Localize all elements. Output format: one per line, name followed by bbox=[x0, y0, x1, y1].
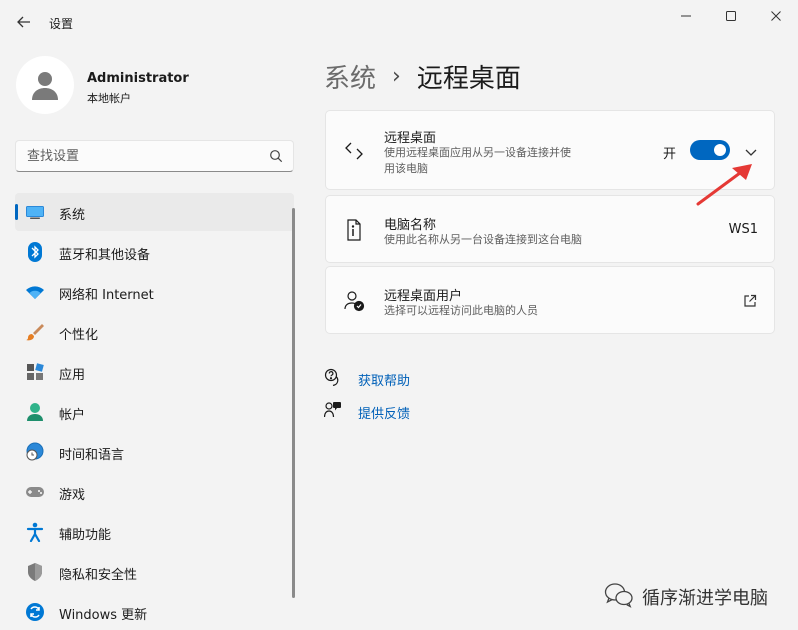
wifi-icon bbox=[25, 282, 45, 302]
remote-desktop-description: 使用远程桌面应用从另一设备连接并使用该电脑 bbox=[384, 146, 571, 175]
search-icon[interactable] bbox=[269, 149, 283, 163]
toggle-state-label: 开 bbox=[663, 147, 677, 162]
annotation-arrow-icon bbox=[696, 164, 752, 206]
user-name: Administrator bbox=[87, 71, 189, 86]
back-button[interactable] bbox=[12, 10, 36, 34]
remote-desktop-toggle[interactable] bbox=[690, 140, 730, 160]
brush-icon bbox=[25, 322, 45, 342]
get-help-label[interactable]: 获取帮助 bbox=[358, 370, 410, 389]
app-title: 设置 bbox=[49, 17, 74, 31]
breadcrumb: 系统 › 远程桌面 bbox=[324, 56, 521, 96]
breadcrumb-parent[interactable]: 系统 bbox=[324, 58, 376, 95]
sidebar-item-bluetooth[interactable]: 蓝牙和其他设备 bbox=[15, 233, 294, 271]
give-feedback-link[interactable]: 提供反馈 bbox=[324, 399, 524, 432]
minimize-icon bbox=[681, 15, 691, 17]
remote-desktop-title: 远程桌面 bbox=[384, 131, 437, 146]
sidebar-item-label: 隐私和安全性 bbox=[59, 568, 138, 583]
sidebar-item-apps[interactable]: 应用 bbox=[15, 353, 294, 391]
pc-name-title: 电脑名称 bbox=[384, 218, 437, 233]
user-check-icon bbox=[342, 289, 366, 313]
title-bar: 设置 bbox=[0, 0, 798, 44]
search-box[interactable] bbox=[15, 140, 294, 172]
remote-users-card[interactable]: 远程桌面用户 选择可以远程访问此电脑的人员 bbox=[325, 266, 775, 334]
sidebar-item-label: 网络和 Internet bbox=[59, 288, 154, 303]
sidebar-item-label: 时间和语言 bbox=[59, 448, 125, 463]
sidebar-item-label: 帐户 bbox=[59, 408, 86, 423]
chevron-down-icon bbox=[745, 149, 757, 156]
sidebar-item-network[interactable]: 网络和 Internet bbox=[15, 273, 294, 311]
pc-name-value: WS1 bbox=[728, 222, 758, 237]
help-chat-icon bbox=[324, 368, 342, 386]
system-icon bbox=[25, 202, 45, 222]
pc-info-icon bbox=[342, 218, 366, 242]
toggle-knob bbox=[714, 144, 726, 156]
sidebar-item-system[interactable]: 系统 bbox=[15, 193, 294, 231]
apps-icon bbox=[25, 362, 45, 382]
feedback-icon bbox=[324, 401, 342, 419]
gamepad-icon bbox=[25, 482, 45, 502]
breadcrumb-separator: › bbox=[392, 63, 401, 89]
sidebar-item-label: Windows 更新 bbox=[59, 608, 148, 623]
open-external-icon bbox=[744, 294, 757, 307]
shield-icon bbox=[25, 562, 45, 582]
sidebar-nav: 系统 蓝牙和其他设备 网络和 Internet 个性化 应用 帐户 时间和语言 … bbox=[15, 193, 294, 630]
sidebar-scrollbar[interactable] bbox=[292, 208, 295, 598]
sidebar-item-personalization[interactable]: 个性化 bbox=[15, 313, 294, 351]
sidebar-item-accounts[interactable]: 帐户 bbox=[15, 393, 294, 431]
close-icon bbox=[771, 11, 781, 21]
sidebar-item-label: 个性化 bbox=[59, 328, 99, 343]
sidebar-item-label: 辅助功能 bbox=[59, 528, 112, 543]
remote-desktop-icon bbox=[342, 139, 366, 163]
account-icon bbox=[25, 402, 45, 422]
close-button[interactable] bbox=[754, 4, 798, 28]
sidebar-item-windows-update[interactable]: Windows 更新 bbox=[15, 593, 294, 630]
user-avatar-icon bbox=[32, 72, 58, 100]
pc-name-description: 使用此名称从另一台设备连接到这台电脑 bbox=[384, 233, 582, 246]
account-type: 本地帐户 bbox=[87, 92, 131, 105]
maximize-icon bbox=[726, 11, 736, 21]
help-links: 获取帮助 提供反馈 bbox=[324, 366, 524, 432]
sidebar-item-label: 系统 bbox=[59, 208, 86, 223]
bluetooth-icon bbox=[25, 242, 45, 262]
page-title: 远程桌面 bbox=[416, 63, 521, 94]
give-feedback-label[interactable]: 提供反馈 bbox=[358, 403, 410, 422]
sidebar-item-gaming[interactable]: 游戏 bbox=[15, 473, 294, 511]
sidebar-item-label: 蓝牙和其他设备 bbox=[59, 248, 151, 263]
globe-clock-icon bbox=[25, 442, 45, 462]
wechat-logo-icon bbox=[604, 583, 633, 608]
sidebar-item-label: 游戏 bbox=[59, 488, 86, 503]
remote-users-title: 远程桌面用户 bbox=[384, 289, 463, 304]
sidebar-item-accessibility[interactable]: 辅助功能 bbox=[15, 513, 294, 551]
minimize-button[interactable] bbox=[664, 4, 708, 28]
accessibility-icon bbox=[25, 522, 45, 542]
get-help-link[interactable]: 获取帮助 bbox=[324, 366, 524, 399]
remote-users-description: 选择可以远程访问此电脑的人员 bbox=[384, 304, 538, 317]
back-arrow-icon bbox=[17, 16, 30, 28]
sidebar-item-time-language[interactable]: 时间和语言 bbox=[15, 433, 294, 471]
update-icon bbox=[25, 602, 45, 622]
sidebar-item-privacy[interactable]: 隐私和安全性 bbox=[15, 553, 294, 591]
watermark-text: 循序渐进学电脑 bbox=[642, 588, 768, 609]
user-profile[interactable]: Administrator 本地帐户 bbox=[16, 56, 286, 116]
sidebar-item-label: 应用 bbox=[59, 368, 86, 383]
search-input[interactable] bbox=[16, 141, 261, 171]
avatar bbox=[16, 56, 74, 114]
open-external-button[interactable] bbox=[740, 291, 760, 311]
maximize-button[interactable] bbox=[709, 4, 753, 28]
watermark: 循序渐进学电脑 bbox=[604, 580, 784, 612]
